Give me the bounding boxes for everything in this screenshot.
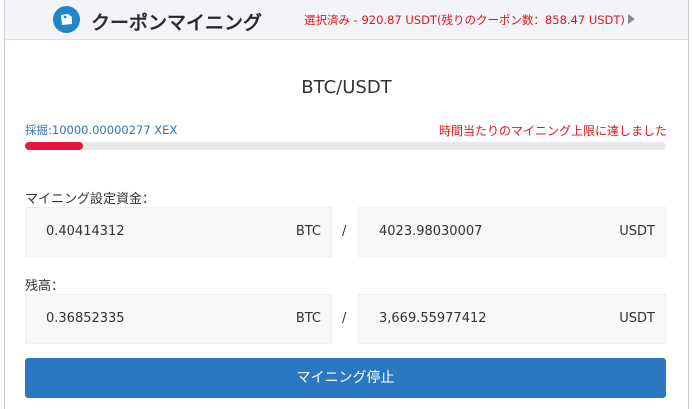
app-title: クーポンマイニング: [91, 12, 263, 34]
funds-btc-field: 0.40414312 BTC: [25, 207, 332, 257]
funds-btc-unit: BTC: [295, 224, 321, 239]
mining-progress-fill: [25, 142, 83, 150]
funds-usdt-field: 4023.98030007 USDT: [358, 207, 666, 257]
trading-pair-title: BTC/USDT: [301, 77, 392, 98]
balance-btc-value: 0.36852335: [46, 311, 125, 326]
balance-btc-unit: BTC: [295, 311, 321, 326]
header-bar: クーポンマイニング 選択済み - 920.87 USDT(残りのクーポン数：85…: [5, 0, 688, 40]
funds-usdt-unit: USDT: [619, 224, 655, 239]
coupon-icon: [53, 6, 80, 33]
balance-usdt-unit: USDT: [619, 311, 655, 326]
mining-progress-bar: [25, 142, 666, 150]
play-right-icon[interactable]: [628, 14, 635, 24]
balance-usdt-field: 3,669.55977412 USDT: [358, 294, 666, 344]
funds-separator: /: [342, 224, 347, 239]
balance-btc-field: 0.36852335 BTC: [25, 294, 332, 344]
funds-btc-value: 0.40414312: [46, 224, 125, 239]
limit-reached-notice: 時間当たりのマイニング上限に達しました: [438, 124, 667, 138]
coupon-status-text: 選択済み - 920.87 USDT(残りのクーポン数：858.47 USDT): [304, 13, 625, 27]
mining-panel: クーポンマイニング 選択済み - 920.87 USDT(残りのクーポン数：85…: [4, 0, 689, 409]
mined-amount: 採掘:10000.00000277 XEX: [25, 123, 178, 137]
balance-usdt-value: 3,669.55977412: [379, 311, 487, 326]
mining-funds-label: マイニング設定資金：: [25, 192, 156, 207]
balance-separator: /: [342, 311, 347, 326]
balance-label: 残高：: [25, 279, 65, 294]
funds-usdt-value: 4023.98030007: [379, 224, 483, 239]
stop-mining-button[interactable]: マイニング停止: [25, 358, 666, 398]
